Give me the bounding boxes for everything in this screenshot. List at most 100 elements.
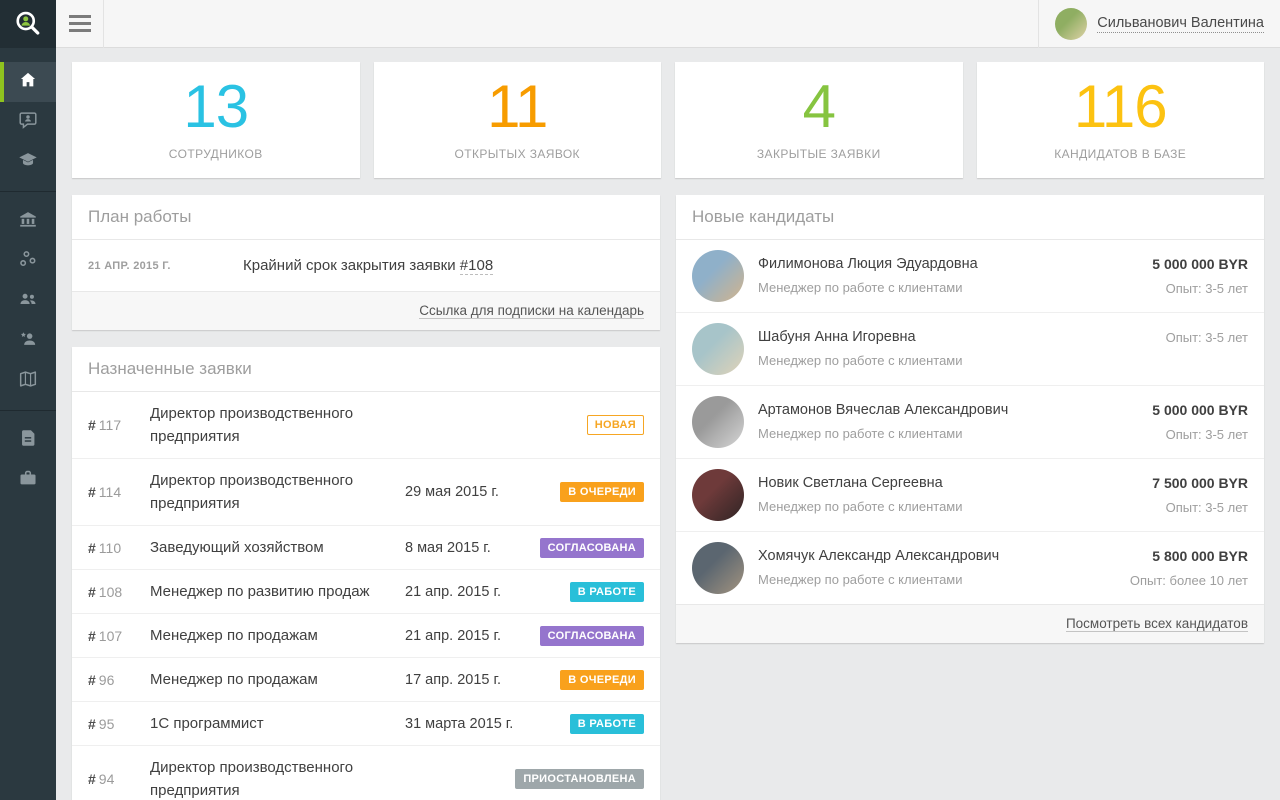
sidebar-group-divider xyxy=(0,410,56,411)
status-badge: В ОЧЕРЕДИ xyxy=(560,482,644,502)
candidate-name: Шабуня Анна Игоревна xyxy=(758,327,1166,348)
stat-value: 116 xyxy=(977,70,1265,144)
candidate-avatar xyxy=(692,323,744,375)
sidebar-item-employees[interactable] xyxy=(0,281,56,321)
request-date: 8 мая 2015 г. xyxy=(405,540,540,556)
employees-icon xyxy=(17,288,39,315)
work-plan-entry-text: Крайний срок закрытия заявки #108 xyxy=(243,257,493,274)
request-row[interactable]: #117 Директор производственного предприя… xyxy=(72,392,660,458)
status-badge: НОВАЯ xyxy=(587,415,644,435)
sidebar-item-education[interactable] xyxy=(0,142,56,182)
status-badge: В РАБОТЕ xyxy=(570,582,644,602)
hash-icon: # xyxy=(88,417,96,433)
stat-label: СОТРУДНИКОВ xyxy=(72,147,360,161)
stat-card[interactable]: 4 ЗАКРЫТЫЕ ЗАЯВКИ xyxy=(675,62,963,178)
hash-icon: # xyxy=(88,672,96,688)
sidebar-nav xyxy=(0,48,56,500)
user-menu[interactable]: Сильванович Валентина xyxy=(1038,0,1280,48)
request-position: 1С программист xyxy=(150,712,405,735)
request-number: #114 xyxy=(88,484,150,500)
candidate-row[interactable]: Артамонов Вячеслав Александрович Менедже… xyxy=(676,385,1264,458)
stats-row: 13 СОТРУДНИКОВ 11 ОТКРЫТЫХ ЗАЯВОК 4 ЗАКР… xyxy=(72,62,1264,178)
request-position: Директор производственного предприятия xyxy=(150,756,405,800)
stat-value: 4 xyxy=(675,70,963,144)
request-position: Менеджер по продажам xyxy=(150,668,405,691)
sidebar-item-documents[interactable] xyxy=(0,420,56,460)
work-plan-entry: 21 АПР. 2015 Г. Крайний срок закрытия за… xyxy=(72,240,660,291)
candidate-position: Менеджер по работе с клиентами xyxy=(758,351,1166,370)
sidebar-item-home[interactable] xyxy=(0,62,56,102)
candidate-name: Новик Светлана Сергеевна xyxy=(758,473,1152,494)
hash-icon: # xyxy=(88,540,96,556)
candidate-position: Менеджер по работе с клиентами xyxy=(758,497,1152,516)
home-icon xyxy=(17,69,39,96)
requests-table: #117 Директор производственного предприя… xyxy=(72,392,660,800)
candidate-experience: Опыт: 3-5 лет xyxy=(1166,497,1248,518)
hash-icon: # xyxy=(88,584,96,600)
calendar-subscribe-link[interactable]: Ссылка для подписки на календарь xyxy=(419,303,644,319)
user-avatar xyxy=(1055,8,1087,40)
request-row[interactable]: #96 Менеджер по продажам 17 апр. 2015 г.… xyxy=(72,657,660,701)
sidebar xyxy=(0,0,56,800)
request-number: #96 xyxy=(88,672,150,688)
status-badge: В РАБОТЕ xyxy=(570,714,644,734)
request-date: 29 мая 2015 г. xyxy=(405,484,560,500)
candidate-name: Артамонов Вячеслав Александрович xyxy=(758,400,1152,421)
sidebar-group-divider xyxy=(0,191,56,192)
user-name[interactable]: Сильванович Валентина xyxy=(1097,15,1264,33)
new-candidates-title: Новые кандидаты xyxy=(676,195,1264,240)
candidate-experience: Опыт: 3-5 лет xyxy=(1166,424,1248,445)
candidate-avatar xyxy=(692,250,744,302)
request-number: #94 xyxy=(88,771,150,787)
stat-value: 13 xyxy=(72,70,360,144)
candidate-row[interactable]: Хомячук Александр Александрович Менеджер… xyxy=(676,531,1264,604)
stat-card[interactable]: 13 СОТРУДНИКОВ xyxy=(72,62,360,178)
feedback-icon xyxy=(17,109,39,136)
request-date: 31 марта 2015 г. xyxy=(405,716,570,732)
request-number: #95 xyxy=(88,716,150,732)
view-all-candidates-link[interactable]: Посмотреть всех кандидатов xyxy=(1066,616,1248,632)
new-candidates-panel: Новые кандидаты Филимонова Люция Эдуардо… xyxy=(676,195,1264,643)
app-logo[interactable] xyxy=(0,0,56,48)
candidate-row[interactable]: Новик Светлана Сергеевна Менеджер по раб… xyxy=(676,458,1264,531)
request-row[interactable]: #114 Директор производственного предприя… xyxy=(72,458,660,525)
request-position: Заведующий хозяйством xyxy=(150,536,405,559)
request-row[interactable]: #108 Менеджер по развитию продаж 21 апр.… xyxy=(72,569,660,613)
sidebar-item-company[interactable] xyxy=(0,201,56,241)
hash-icon: # xyxy=(88,628,96,644)
candidate-row[interactable]: Филимонова Люция Эдуардовна Менеджер по … xyxy=(676,240,1264,312)
structure-icon xyxy=(17,248,39,275)
stat-card[interactable]: 11 ОТКРЫТЫХ ЗАЯВОК xyxy=(374,62,662,178)
candidate-row[interactable]: Шабуня Анна Игоревна Менеджер по работе … xyxy=(676,312,1264,385)
request-date: 21 апр. 2015 г. xyxy=(405,584,570,600)
sidebar-item-candidates[interactable] xyxy=(0,321,56,361)
request-row[interactable]: #94 Директор производственного предприят… xyxy=(72,745,660,800)
request-number: #108 xyxy=(88,584,150,600)
candidates-list: Филимонова Люция Эдуардовна Менеджер по … xyxy=(676,240,1264,604)
candidate-avatar xyxy=(692,396,744,448)
sidebar-item-map[interactable] xyxy=(0,361,56,401)
candidate-name: Филимонова Люция Эдуардовна xyxy=(758,254,1152,275)
request-date: 17 апр. 2015 г. xyxy=(405,672,560,688)
sidebar-item-structure[interactable] xyxy=(0,241,56,281)
status-badge: СОГЛАСОВАНА xyxy=(540,538,644,558)
sidebar-item-vacancies[interactable] xyxy=(0,460,56,500)
request-row[interactable]: #110 Заведующий хозяйством 8 мая 2015 г.… xyxy=(72,525,660,569)
request-link[interactable]: #108 xyxy=(460,257,493,275)
topbar: Сильванович Валентина xyxy=(56,0,1280,48)
stat-label: ЗАКРЫТЫЕ ЗАЯВКИ xyxy=(675,147,963,161)
candidate-position: Менеджер по работе с клиентами xyxy=(758,570,1130,589)
request-row[interactable]: #107 Менеджер по продажам 21 апр. 2015 г… xyxy=(72,613,660,657)
stat-label: КАНДИДАТОВ В БАЗЕ xyxy=(977,147,1265,161)
documents-icon xyxy=(17,427,39,454)
vacancies-icon xyxy=(17,467,39,494)
menu-toggle-button[interactable] xyxy=(56,0,104,48)
dashboard: 13 СОТРУДНИКОВ 11 ОТКРЫТЫХ ЗАЯВОК 4 ЗАКР… xyxy=(56,48,1280,800)
work-plan-footer: Ссылка для подписки на календарь xyxy=(72,291,660,330)
assigned-requests-panel: Назначенные заявки #117 Директор произво… xyxy=(72,347,660,800)
stat-card[interactable]: 116 КАНДИДАТОВ В БАЗЕ xyxy=(977,62,1265,178)
person-search-logo-icon xyxy=(13,9,43,39)
stat-value: 11 xyxy=(374,70,662,144)
request-row[interactable]: #95 1С программист 31 марта 2015 г. В РА… xyxy=(72,701,660,745)
sidebar-item-feedback[interactable] xyxy=(0,102,56,142)
